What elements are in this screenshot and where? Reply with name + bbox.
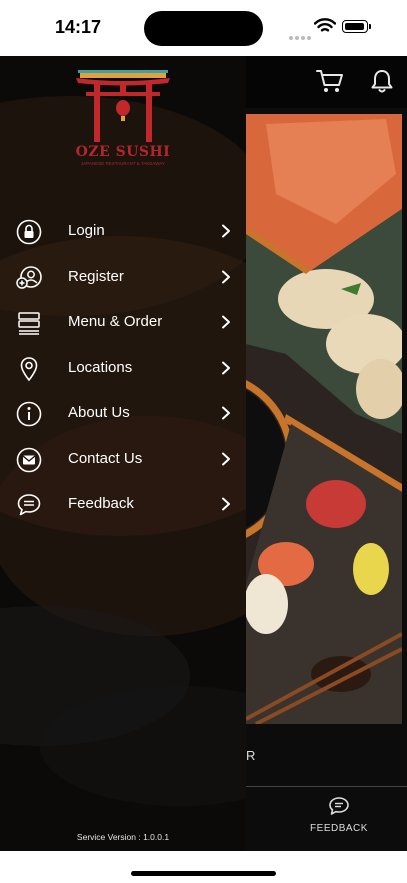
status-time: 14:17	[55, 17, 102, 37]
side-drawer: OZE SUSHI JAPANESE RESTAURANT & TAKEAWAY…	[0, 56, 246, 851]
chevron-right-icon	[222, 361, 230, 374]
logo-title: OZE SUSHI	[75, 144, 171, 160]
app-screen: R FEEDBACK OZE SUSHI JAPANESE RESTAURANT…	[0, 56, 407, 851]
home-indicator[interactable]	[131, 871, 276, 876]
menu-item-locations[interactable]: Locations	[0, 346, 246, 392]
drawer-menu: Login Register Menu & Order Locations Ab…	[0, 209, 246, 528]
chevron-right-icon	[222, 406, 230, 420]
promo-banner-image[interactable]	[246, 114, 402, 724]
cart-icon[interactable]	[316, 68, 344, 94]
chat-bubble-icon	[329, 797, 349, 815]
menu-item-menu-order[interactable]: Menu & Order	[0, 300, 246, 346]
wifi-icon	[314, 18, 336, 32]
oze-sushi-logo: OZE SUSHI JAPANESE RESTAURANT & TAKEAWAY	[74, 68, 172, 176]
menu-item-register[interactable]: Register	[0, 255, 246, 301]
chevron-right-icon	[222, 224, 230, 238]
menu-item-about-us[interactable]: About Us	[0, 391, 246, 437]
location-pin-icon	[20, 356, 38, 381]
dynamic-island	[144, 11, 263, 46]
menu-item-label: Contact Us	[68, 449, 143, 467]
menu-item-label: Locations	[68, 358, 133, 376]
chevron-right-icon	[222, 270, 230, 283]
service-version: Service Version : 1.0.0.1	[76, 832, 170, 842]
menu-list-icon	[18, 312, 40, 335]
add-user-icon	[16, 265, 42, 289]
chevron-right-icon	[222, 315, 230, 329]
menu-item-label: Login	[68, 222, 105, 239]
divider	[246, 786, 407, 787]
battery-icon	[342, 20, 368, 33]
section-label: R	[246, 748, 257, 763]
logo-subtitle: JAPANESE RESTAURANT & TAKEAWAY	[81, 161, 165, 166]
menu-item-label: Register	[68, 267, 124, 285]
menu-item-feedback[interactable]: Feedback	[0, 482, 246, 528]
bell-icon[interactable]	[370, 68, 394, 94]
chat-bubble-icon	[17, 494, 41, 516]
chevron-right-icon	[222, 497, 230, 511]
menu-item-contact-us[interactable]: Contact Us	[0, 437, 246, 483]
mail-icon	[16, 447, 42, 472]
menu-item-label: Feedback	[68, 495, 134, 512]
tab-feedback[interactable]: FEEDBACK	[306, 796, 372, 834]
home-indicator-area	[0, 851, 407, 883]
menu-item-label: About Us	[68, 404, 130, 421]
status-bar: 14:17	[0, 0, 407, 56]
tab-feedback-label: FEEDBACK	[310, 823, 368, 834]
info-icon	[16, 401, 42, 427]
lock-icon	[16, 219, 42, 245]
menu-item-login[interactable]: Login	[0, 209, 246, 255]
signal-icon	[289, 27, 313, 45]
menu-item-label: Menu & Order	[68, 313, 163, 330]
chevron-right-icon	[222, 452, 230, 465]
